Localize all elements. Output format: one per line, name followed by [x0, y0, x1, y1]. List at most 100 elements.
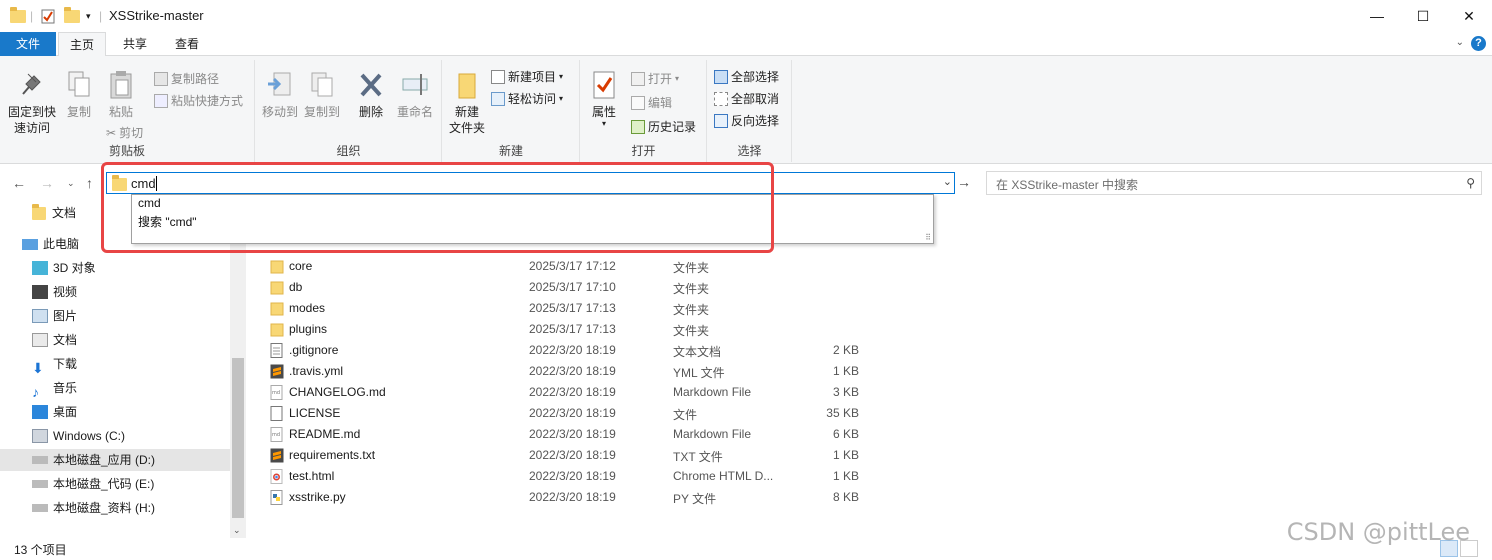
delete-button[interactable]: 删除 [354, 70, 388, 120]
file-name[interactable]: requirements.txt [289, 448, 375, 462]
scrollbar-thumb[interactable] [232, 358, 244, 518]
nav-item-drive-d[interactable]: 本地磁盘_应用 (D:) [0, 449, 230, 471]
nav-item-documents[interactable]: 文档 [32, 329, 77, 351]
file-name[interactable]: modes [289, 301, 325, 315]
file-name[interactable]: plugins [289, 322, 327, 336]
status-bar: 13 个项目 [0, 538, 1492, 560]
nav-item-downloads[interactable]: ⬇ 下载 [32, 353, 77, 376]
paste-button[interactable]: 粘贴 [100, 70, 142, 120]
rename-button[interactable]: 重命名 [392, 70, 438, 120]
suggestion-item[interactable]: 搜索 "cmd" [138, 213, 197, 230]
expand-ribbon-icon[interactable]: ⌄ [1456, 37, 1464, 48]
up-arrow-icon[interactable]: ↑ [86, 175, 93, 191]
nav-item-desktop[interactable]: 桌面 [32, 401, 77, 423]
file-name[interactable]: .travis.yml [289, 364, 343, 378]
file-row[interactable]: .gitignore 2022/3/20 18:19 文本文档 2 KB [262, 340, 902, 361]
file-row[interactable]: .travis.yml 2022/3/20 18:19 YML 文件 1 KB [262, 361, 902, 382]
file-name[interactable]: .gitignore [289, 343, 338, 357]
search-icon[interactable]: ⚲ [1466, 176, 1475, 190]
file-name[interactable]: test.html [289, 469, 334, 483]
file-row[interactable]: db 2025/3/17 17:10 文件夹 [262, 277, 902, 298]
invert-selection-button[interactable]: 反向选择 [714, 112, 779, 129]
nav-item-drive-e[interactable]: 本地磁盘_代码 (E:) [32, 473, 154, 495]
open-button[interactable]: 打开 ▾ [631, 70, 679, 87]
nav-item-this-pc[interactable]: 此电脑 [22, 233, 79, 255]
search-placeholder[interactable]: 在 XSStrike-master 中搜索 [996, 176, 1138, 193]
clipboard-group-label: 剪贴板 [108, 144, 145, 158]
edit-icon [631, 95, 645, 110]
go-arrow-icon[interactable]: → [957, 174, 971, 190]
file-row[interactable]: plugins 2025/3/17 17:13 文件夹 [262, 319, 902, 340]
chevron-down-icon[interactable]: ⌄ [943, 175, 952, 188]
copy-button[interactable]: 复制 [62, 70, 96, 120]
file-row[interactable]: test.html 2022/3/20 18:19 Chrome HTML D...… [262, 466, 902, 487]
file-name[interactable]: db [289, 280, 302, 294]
nav-item-pictures[interactable]: 图片 [32, 305, 77, 327]
file-date: 2025/3/17 17:10 [529, 280, 616, 294]
copy-to-button[interactable]: 复制到 [302, 70, 342, 120]
new-folder-quick-icon[interactable] [64, 6, 80, 25]
nav-item-3d-objects[interactable]: 3D 对象 [32, 257, 96, 279]
tab-file[interactable]: 文件 [0, 32, 56, 56]
file-row[interactable]: md README.md 2022/3/20 18:19 Markdown File 6… [262, 424, 902, 445]
new-item-button[interactable]: 新建项目 ▾ [491, 68, 563, 85]
tab-view[interactable]: 查看 [164, 32, 210, 56]
computer-icon [22, 238, 38, 250]
properties-button[interactable]: 属性 ▾ [587, 70, 621, 128]
nav-item-videos[interactable]: 视频 [32, 281, 77, 303]
navigation-pane: 文档 此电脑 3D 对象 视频 图片 文档 ⬇ 下载 ♪ 音乐 桌面 Windows… [0, 202, 246, 538]
address-bar[interactable]: cmd ⌄ [106, 172, 955, 194]
move-to-button[interactable]: 移动到 [260, 70, 300, 120]
maximize-button[interactable]: ☐ [1400, 0, 1446, 32]
forward-arrow-icon[interactable]: → [40, 175, 54, 191]
move-to-icon [268, 72, 291, 96]
back-arrow-icon[interactable]: ← [12, 175, 26, 191]
scroll-down-icon[interactable]: ⌄ [233, 525, 241, 536]
nav-item-drive-h[interactable]: 本地磁盘_资料 (H:) [32, 497, 155, 519]
properties-quick-icon[interactable] [41, 7, 55, 25]
nav-item-music[interactable]: ♪ 音乐 [32, 377, 77, 400]
file-name[interactable]: CHANGELOG.md [289, 385, 386, 399]
pin-quick-access-button[interactable]: 固定到快 速访问 [4, 70, 60, 136]
edit-button[interactable]: 编辑 [631, 94, 672, 111]
close-button[interactable]: ✕ [1446, 0, 1492, 32]
file-size: 35 KB [826, 406, 859, 420]
tab-share[interactable]: 共享 [112, 32, 158, 56]
file-row[interactable]: md CHANGELOG.md 2022/3/20 18:19 Markdown Fi… [262, 382, 902, 403]
nav-item-drive-c[interactable]: Windows (C:) [32, 425, 125, 447]
resize-grip-icon[interactable]: ⠿ [925, 233, 931, 242]
file-name[interactable]: core [289, 259, 312, 273]
file-name[interactable]: README.md [289, 427, 360, 441]
select-none-button[interactable]: 全部取消 [714, 90, 779, 107]
file-row[interactable]: core 2025/3/17 17:12 文件夹 [262, 256, 902, 277]
address-input[interactable]: cmd [131, 176, 156, 191]
properties-icon [593, 71, 615, 99]
nav-pane-scrollbar[interactable]: ⌄ [230, 202, 246, 538]
history-button[interactable]: 历史记录 [631, 118, 696, 135]
help-icon[interactable]: ? [1471, 36, 1486, 51]
new-folder-button[interactable]: 新建 文件夹 [447, 70, 487, 136]
copy-path-button[interactable]: 复制路径 [154, 70, 219, 87]
file-row[interactable]: LICENSE 2022/3/20 18:19 文件 35 KB [262, 403, 902, 424]
select-all-icon [714, 69, 728, 84]
file-row[interactable]: requirements.txt 2022/3/20 18:19 TXT 文件 1 K… [262, 445, 902, 466]
cut-button[interactable]: ✂ 剪切 [106, 124, 143, 141]
text-cursor [156, 176, 157, 191]
tab-home[interactable]: 主页 [58, 32, 106, 57]
folder-icon [270, 301, 284, 316]
paste-shortcut-icon [154, 93, 168, 108]
file-row[interactable]: xsstrike.py 2022/3/20 18:19 PY 文件 8 KB [262, 487, 902, 508]
easy-access-button[interactable]: 轻松访问 ▾ [491, 90, 563, 107]
search-box[interactable]: 在 XSStrike-master 中搜索 ⚲ [986, 171, 1482, 195]
file-name[interactable]: LICENSE [289, 406, 340, 420]
file-name[interactable]: xsstrike.py [289, 490, 346, 504]
minimize-button[interactable]: — [1354, 0, 1400, 32]
paste-shortcut-button[interactable]: 粘贴快捷方式 [154, 92, 243, 109]
customize-quick-access-icon[interactable]: ▾ [86, 7, 91, 25]
select-all-button[interactable]: 全部选择 [714, 68, 779, 85]
recent-locations-icon[interactable]: ⌄ [67, 178, 75, 189]
document-icon [32, 333, 48, 347]
nav-item-documents-quick[interactable]: 文档 [32, 202, 76, 224]
file-row[interactable]: modes 2025/3/17 17:13 文件夹 [262, 298, 902, 319]
suggestion-item[interactable]: cmd [138, 196, 161, 210]
